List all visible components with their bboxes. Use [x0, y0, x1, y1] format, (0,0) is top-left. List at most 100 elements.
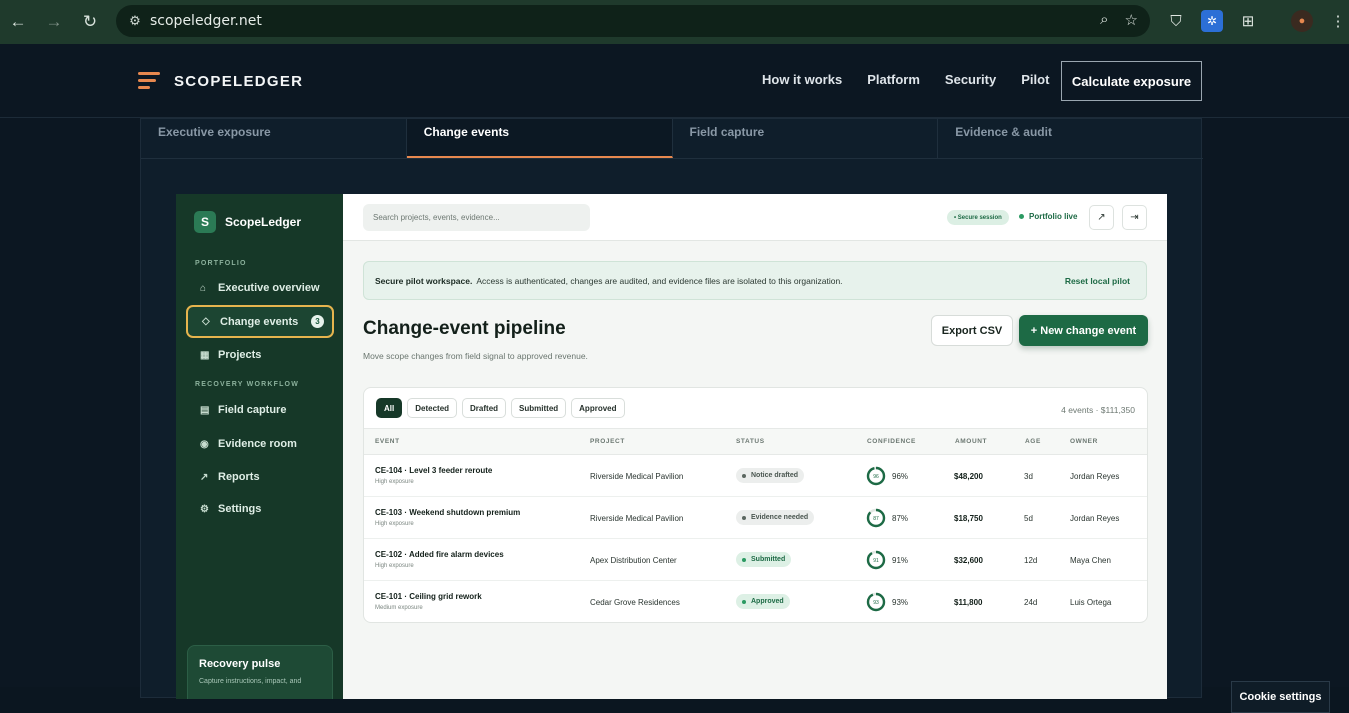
sidebar-item-label: Executive overview	[218, 282, 320, 294]
table-row[interactable]: CE-104 · Level 3 feeder reroute High expo…	[364, 455, 1147, 497]
browser-toolbar: ← → ↻ ⚙ scopeledger.net ⌕ ☆ ⛉ ✲ ⊞ ● ⋮	[0, 0, 1349, 44]
column-header: CONFIDENCE	[867, 438, 916, 445]
search-input[interactable]: Search projects, events, evidence...	[363, 204, 590, 231]
reload-icon[interactable]: ↻	[72, 4, 108, 40]
app-brand-name: ScopeLedger	[225, 215, 302, 229]
filter-detected[interactable]: Detected	[407, 398, 458, 418]
column-header: EVENT	[375, 438, 400, 445]
trend-arrow-icon: ↗	[200, 471, 209, 483]
app-screenshot: S ScopeLedger PORTFOLIO ⌂ Executive over…	[176, 194, 1167, 699]
age-value: 24d	[1024, 598, 1038, 607]
column-header: AGE	[1025, 438, 1041, 445]
event-title[interactable]: CE-101 · Ceiling grid rework	[375, 592, 482, 601]
sign-out-button[interactable]: ⇥	[1122, 205, 1147, 230]
nav-security[interactable]: Security	[945, 72, 996, 87]
site-info-icon[interactable]: ⚙	[120, 13, 150, 29]
status-label: Approved	[751, 598, 784, 605]
sidebar-item-reports[interactable]: ↗ Reports	[186, 462, 334, 492]
status-dot-icon	[742, 473, 746, 478]
tab-field-capture[interactable]: Field capture	[673, 119, 939, 158]
filter-approved[interactable]: Approved	[571, 398, 625, 418]
reset-local-pilot-link[interactable]: Reset local pilot	[1065, 276, 1130, 286]
nav-how-it-works[interactable]: How it works	[762, 72, 842, 87]
tab-evidence-audit[interactable]: Evidence & audit	[938, 119, 1203, 158]
tab-change-events[interactable]: Change events	[406, 119, 673, 158]
confidence-value: 91%	[892, 556, 909, 565]
status-badge: Evidence needed	[736, 510, 815, 525]
table-row[interactable]: CE-102 · Added fire alarm devices High ex…	[364, 539, 1147, 581]
app-brand: S ScopeLedger	[194, 211, 301, 233]
confidence-ring: 96	[866, 466, 886, 486]
section-label-recovery: RECOVERY WORKFLOW	[195, 381, 300, 388]
back-icon[interactable]: ←	[0, 4, 36, 40]
table-row[interactable]: CE-103 · Weekend shutdown premium High ex…	[364, 497, 1147, 539]
new-change-event-button[interactable]: + New change event	[1019, 315, 1148, 346]
calculate-exposure-button[interactable]: Calculate exposure	[1061, 61, 1202, 101]
sidebar-item-field-capture[interactable]: ▤ Field capture	[186, 395, 334, 425]
site-logo[interactable]: SCOPELEDGER	[138, 70, 303, 92]
age-value: 3d	[1024, 472, 1033, 481]
puzzle-extensions-icon[interactable]: ⊞	[1237, 10, 1259, 32]
profile-avatar-icon[interactable]: ●	[1291, 10, 1313, 32]
shield-extension-icon[interactable]: ⛉	[1165, 10, 1187, 32]
sidebar-item-label: Change events	[220, 315, 299, 328]
confidence-ring-label: 93	[873, 600, 879, 606]
status-label: Submitted	[751, 556, 786, 563]
status-dot-icon	[742, 515, 746, 520]
event-title[interactable]: CE-102 · Added fire alarm devices	[375, 550, 504, 559]
sidebar-item-evidence-room[interactable]: ◉ Evidence room	[186, 429, 334, 459]
amount-value: $18,750	[954, 514, 983, 523]
export-csv-button[interactable]: Export CSV	[931, 315, 1013, 346]
cookie-settings-button[interactable]: Cookie settings	[1231, 681, 1330, 713]
sidebar-item-change-events[interactable]: ◇ Change events 3	[186, 305, 334, 338]
table-header: EVENT PROJECT STATUS CONFIDENCE AMOUNT A…	[364, 428, 1147, 455]
zoom-icon[interactable]: ⌕	[1100, 11, 1108, 29]
project-name: Apex Distribution Center	[590, 556, 677, 565]
sidebar-item-label: Evidence room	[218, 438, 297, 450]
age-value: 12d	[1024, 556, 1038, 565]
confidence-ring: 87	[866, 508, 886, 528]
owner-name: Luis Ortega	[1070, 598, 1112, 607]
sidebar-item-projects[interactable]: ▦ Projects	[186, 340, 334, 370]
amount-value: $11,800	[954, 598, 983, 607]
nav-pilot[interactable]: Pilot	[1021, 72, 1049, 87]
filter-submitted[interactable]: Submitted	[511, 398, 567, 418]
confidence-value: 96%	[892, 472, 909, 481]
filter-all[interactable]: All	[376, 398, 403, 418]
portfolio-live-label: Portfolio live	[1029, 212, 1078, 221]
section-label-portfolio: PORTFOLIO	[195, 260, 247, 267]
sidebar-item-label: Reports	[218, 471, 260, 483]
address-bar[interactable]: ⚙ scopeledger.net ⌕ ☆	[116, 5, 1150, 37]
bookmark-star-icon[interactable]: ☆	[1125, 11, 1138, 29]
product-tabs: Executive exposure Change events Field c…	[141, 119, 1203, 159]
sidebar-item-label: Settings	[218, 503, 262, 515]
open-external-button[interactable]: ↗	[1089, 205, 1114, 230]
table-row[interactable]: CE-101 · Ceiling grid rework Medium expos…	[364, 581, 1147, 622]
home-icon: ⌂	[200, 282, 207, 294]
site-header: SCOPELEDGER How it works Platform Securi…	[0, 44, 1349, 118]
project-name: Riverside Medical Pavilion	[590, 472, 684, 481]
owner-name: Jordan Reyes	[1070, 514, 1120, 523]
amount-value: $32,600	[954, 556, 983, 565]
column-header: STATUS	[736, 438, 765, 445]
gear-extension-icon[interactable]: ✲	[1201, 10, 1223, 32]
event-title[interactable]: CE-103 · Weekend shutdown premium	[375, 508, 520, 517]
app-topbar: Search projects, events, evidence... • S…	[343, 194, 1167, 241]
product-frame: Executive exposure Change events Field c…	[140, 118, 1203, 699]
status-badge: Approved	[736, 594, 790, 609]
count-badge: 3	[311, 315, 324, 328]
status-label: Evidence needed	[751, 514, 809, 521]
live-dot-icon	[1019, 214, 1024, 219]
column-header: PROJECT	[590, 438, 625, 445]
event-title[interactable]: CE-104 · Level 3 feeder reroute	[375, 466, 492, 475]
filter-drafted[interactable]: Drafted	[462, 398, 507, 418]
event-exposure: Medium exposure	[375, 605, 423, 611]
nav-platform[interactable]: Platform	[867, 72, 920, 87]
forward-icon[interactable]: →	[36, 4, 72, 40]
menu-icon[interactable]: ⋮	[1327, 10, 1349, 32]
website: SCOPELEDGER How it works Platform Securi…	[0, 44, 1349, 713]
sidebar-item-executive-overview[interactable]: ⌂ Executive overview	[186, 273, 334, 303]
app-sidebar: S ScopeLedger PORTFOLIO ⌂ Executive over…	[176, 194, 343, 699]
sidebar-item-settings[interactable]: ⚙ Settings	[186, 494, 334, 524]
tab-executive-exposure[interactable]: Executive exposure	[141, 119, 407, 158]
